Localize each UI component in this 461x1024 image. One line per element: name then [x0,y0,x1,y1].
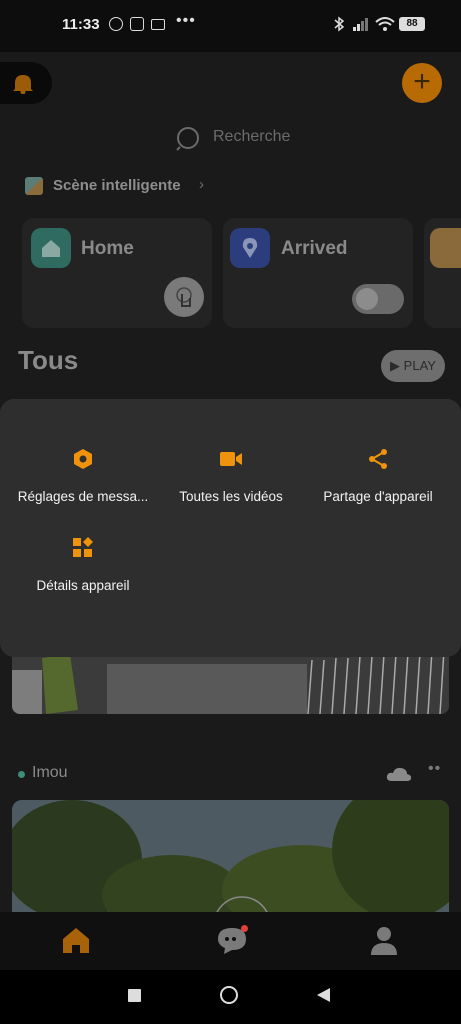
arrived-scene-icon [230,228,270,268]
video-camera-icon [220,452,242,466]
notification-badge [241,925,248,932]
menu-item-label: Détails appareil [36,578,130,593]
bottom-nav [0,912,461,970]
menu-item-device-sharing[interactable]: Partage d'appareil [304,447,452,517]
device-action-menu: Réglages de messa... Toutes les vidéos P… [0,399,461,657]
cloud-icon[interactable] [386,766,412,782]
app-notification-icon [130,17,144,31]
more-notifications-icon: ••• [176,12,196,29]
run-scene-button[interactable] [164,277,204,317]
tap-hand-icon [176,287,192,307]
menu-item-message-settings[interactable]: Réglages de messa... [4,447,162,517]
chevron-right-icon: › [199,176,204,193]
scene-name-arrived: Arrived [281,238,348,259]
notifications-button[interactable] [0,62,52,104]
search-input[interactable]: Recherche [213,128,290,146]
camera-preview-2[interactable] [12,800,449,912]
home-icon [63,928,89,953]
play-icon: ▶ [390,358,401,373]
back-button[interactable] [316,987,330,1003]
menu-item-label: Toutes les vidéos [179,489,283,504]
play-label: PLAY [403,358,436,373]
battery-indicator: 88 [399,17,425,31]
scene-name-home: Home [81,238,134,259]
nav-home[interactable] [56,922,96,958]
recents-button[interactable] [128,989,141,1002]
system-nav-bar [0,970,461,1024]
smart-scene-link[interactable]: Scène intelligente [53,177,181,194]
menu-item-all-videos[interactable]: Toutes les vidéos [158,447,304,517]
whatsapp-icon [109,17,123,31]
location-pin-icon [242,238,258,258]
status-bar: 11:33 ••• 88 [0,0,461,52]
search-icon [176,127,199,151]
signal-icon [353,18,368,31]
add-device-button[interactable]: + [402,63,442,103]
smart-scene-icon [25,177,43,195]
toggle-knob [356,288,378,310]
online-status-dot [18,771,25,778]
nav-profile[interactable] [364,922,404,958]
device-more-icon[interactable]: •• [428,760,441,778]
house-icon [42,240,60,257]
wifi-icon [375,17,395,31]
menu-item-label: Réglages de messa... [17,489,149,504]
status-time: 11:33 [62,16,100,33]
menu-item-device-details[interactable]: Détails appareil [4,536,162,606]
play-button[interactable]: ▶ PLAY [381,350,445,382]
person-icon [371,927,397,955]
home-system-button[interactable] [220,986,238,1004]
bluetooth-icon [334,16,345,32]
bell-icon [13,75,33,94]
menu-item-label: Partage d'appareil [323,489,433,504]
sim-icon [151,19,165,30]
plus-icon: + [413,65,431,98]
partial-scene-icon [430,228,461,268]
section-title: Tous [18,345,79,375]
message-settings-icon [74,449,92,469]
share-icon [369,449,387,469]
device-details-icon [73,537,93,557]
camera-snapshot-2 [12,800,449,912]
device-name: Imou [32,764,68,781]
home-scene-icon [31,228,71,268]
